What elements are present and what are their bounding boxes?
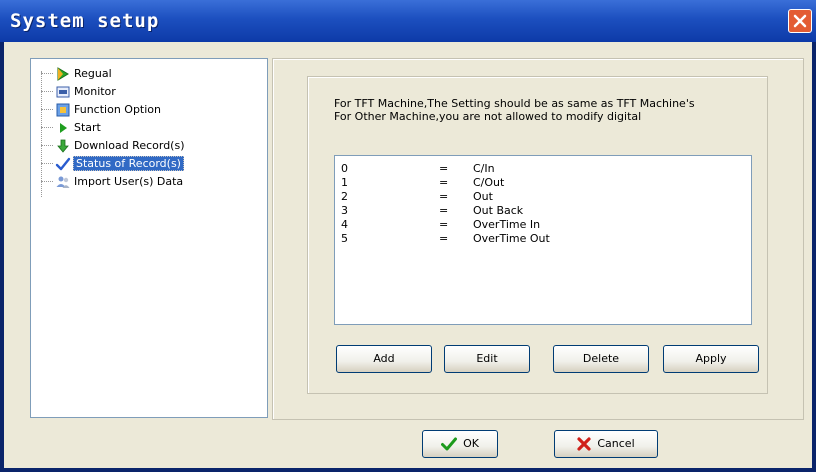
ok-button[interactable]: OK — [422, 430, 498, 458]
tree-branch — [41, 109, 53, 110]
status-name: OverTime Out — [473, 232, 550, 245]
equals-sign: = — [439, 176, 449, 189]
status-name: C/In — [473, 162, 495, 175]
checkmark-icon — [441, 437, 458, 451]
cancel-label: Cancel — [597, 437, 635, 450]
tree-item-label: Function Option — [74, 103, 161, 116]
delete-button[interactable]: Delete — [553, 345, 649, 373]
status-code: 2 — [341, 190, 348, 203]
tree-item-status-of-records[interactable]: Status of Record(s) — [31, 155, 267, 173]
tree-branch — [41, 181, 53, 182]
cancel-button[interactable]: Cancel — [554, 430, 658, 458]
tree-item-regual[interactable]: Regual — [31, 65, 267, 83]
green-arrow-icon — [57, 67, 69, 81]
system-setup-window: System setup Regual Monitor Function Opt… — [0, 0, 816, 472]
notice-text: For TFT Machine,The Setting should be as… — [334, 97, 695, 123]
window-title: System setup — [10, 10, 160, 32]
tree-branch — [41, 73, 53, 74]
status-code: 0 — [341, 162, 348, 175]
notice-line-1: For TFT Machine,The Setting should be as… — [334, 97, 695, 110]
users-icon — [56, 176, 70, 188]
close-icon — [793, 14, 807, 28]
tree-branch — [41, 127, 53, 128]
status-name: C/Out — [473, 176, 505, 189]
settings-tree[interactable]: Regual Monitor Function Option Start Dow… — [30, 58, 268, 418]
equals-sign: = — [439, 204, 449, 217]
monitor-icon — [56, 86, 70, 98]
tree-item-monitor[interactable]: Monitor — [31, 83, 267, 101]
edit-button[interactable]: Edit — [444, 345, 530, 373]
tree-item-label: Download Record(s) — [74, 139, 185, 152]
apply-button[interactable]: Apply — [663, 345, 759, 373]
tree-item-label: Start — [74, 121, 101, 134]
equals-sign: = — [439, 218, 449, 231]
tree-item-label: Status of Record(s) — [73, 156, 184, 171]
tree-item-label: Monitor — [74, 85, 116, 98]
download-icon — [57, 139, 69, 153]
tree-branch — [41, 91, 53, 92]
tree-item-label: Regual — [74, 67, 112, 80]
tree-branch — [41, 145, 53, 146]
status-name: OverTime In — [473, 218, 541, 231]
equals-sign: = — [439, 190, 449, 203]
cancel-x-icon — [577, 437, 591, 451]
list-item[interactable]: 2 = Out — [341, 190, 741, 204]
tree-item-download-records[interactable]: Download Record(s) — [31, 137, 267, 155]
list-item[interactable]: 0 = C/In — [341, 162, 741, 176]
list-item[interactable]: 3 = Out Back — [341, 204, 741, 218]
notice-line-2: For Other Machine,you are not allowed to… — [334, 110, 642, 123]
start-icon — [60, 123, 67, 133]
status-name: Out Back — [473, 204, 524, 217]
list-item[interactable]: 4 = OverTime In — [341, 218, 741, 232]
checkmark-icon — [55, 157, 71, 171]
status-code: 5 — [341, 232, 348, 245]
tree-item-label: Import User(s) Data — [74, 175, 184, 188]
tree-item-function-option[interactable]: Function Option — [31, 101, 267, 119]
list-item[interactable]: 5 = OverTime Out — [341, 232, 741, 246]
list-item[interactable]: 1 = C/Out — [341, 176, 741, 190]
function-option-icon — [56, 103, 70, 117]
ok-label: OK — [463, 437, 479, 450]
add-button[interactable]: Add — [336, 345, 432, 373]
tree-branch — [41, 163, 53, 164]
title-bar[interactable]: System setup — [0, 0, 816, 42]
status-code: 1 — [341, 176, 348, 189]
equals-sign: = — [439, 162, 449, 175]
dialog-body: Regual Monitor Function Option Start Dow… — [4, 42, 812, 468]
close-button[interactable] — [788, 9, 812, 33]
equals-sign: = — [439, 232, 449, 245]
status-code: 4 — [341, 218, 348, 231]
tree-item-import-users-data[interactable]: Import User(s) Data — [31, 173, 267, 191]
status-name: Out — [473, 190, 493, 203]
tree-item-start[interactable]: Start — [31, 119, 267, 137]
status-code: 3 — [341, 204, 348, 217]
record-status-list[interactable]: 0 = C/In 1 = C/Out 2 = Out 3 = Out Back … — [334, 155, 752, 325]
status-record-panel: For TFT Machine,The Setting should be as… — [307, 76, 768, 394]
